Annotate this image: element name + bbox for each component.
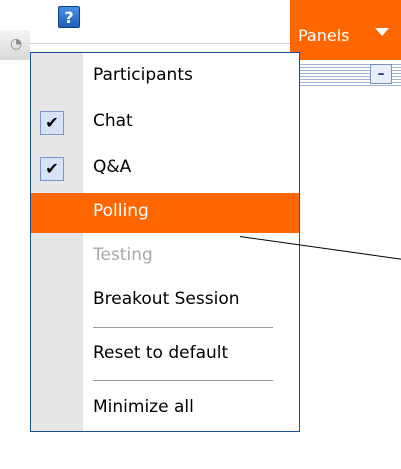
panels-menu-button[interactable]: Panels [290, 0, 401, 60]
menu-item-label: Minimize all [93, 397, 194, 417]
menu-item-breakout-session[interactable]: Breakout Session [31, 281, 299, 321]
toolbar-partial-icon: ◔ [10, 36, 23, 52]
minimize-icon[interactable]: – [370, 64, 392, 84]
menu-item-reset-to-default[interactable]: Reset to default [31, 335, 299, 375]
menu-item-chat[interactable]: ✔ Chat [31, 103, 299, 143]
menu-item-label: Testing [93, 245, 153, 265]
menu-separator [93, 380, 273, 381]
menu-item-qa[interactable]: ✔ Q&A [31, 149, 299, 189]
checkmark-icon: ✔ [40, 157, 64, 181]
help-icon[interactable]: ? [58, 6, 80, 28]
menu-item-label: Q&A [93, 157, 132, 177]
menu-item-label: Polling [93, 201, 149, 221]
checkmark-icon: ✔ [40, 111, 64, 135]
dropdown-arrow-icon [375, 28, 389, 36]
menu-item-label: Chat [93, 111, 133, 131]
menu-separator [93, 327, 273, 328]
menu-item-label: Reset to default [93, 343, 229, 363]
panels-dropdown-menu: Participants ✔ Chat ✔ Q&A Polling Testin… [30, 52, 300, 432]
menu-item-minimize-all[interactable]: Minimize all [31, 389, 299, 429]
menu-item-label: Breakout Session [93, 289, 240, 309]
toolbar-left-area [0, 0, 290, 44]
menu-item-label: Participants [93, 65, 193, 85]
menu-item-testing: Testing [31, 237, 299, 277]
panels-button-label: Panels [298, 26, 350, 45]
toolbar-strip: ◔ [0, 30, 30, 60]
menu-item-participants[interactable]: Participants [31, 57, 299, 97]
menu-item-polling[interactable]: Polling [31, 193, 299, 233]
